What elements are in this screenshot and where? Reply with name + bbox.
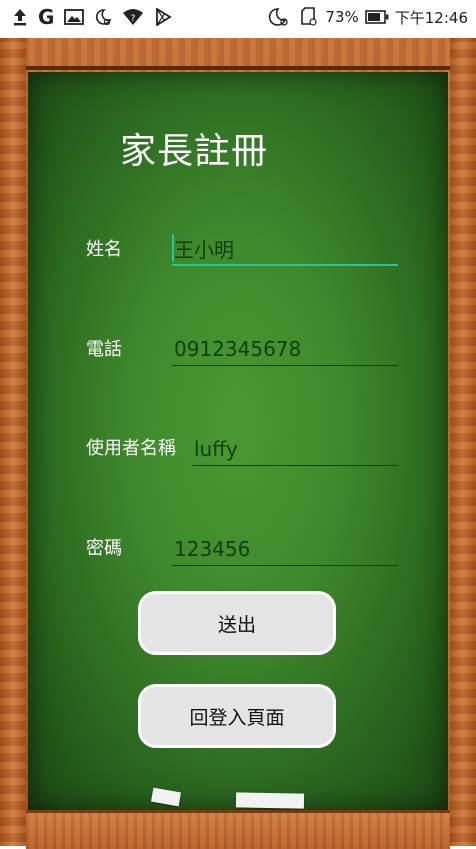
text-cursor [172, 234, 174, 262]
google-icon: G [38, 5, 55, 29]
phone-input[interactable] [172, 332, 398, 366]
username-label: 使用者名稱 [86, 438, 176, 459]
play-store-icon [154, 8, 173, 26]
phone-label: 電話 [86, 339, 122, 360]
do-not-disturb-icon [268, 7, 290, 27]
password-label: 密碼 [86, 538, 122, 559]
frame-top-edge [26, 66, 450, 70]
page-title: 家長註冊 [120, 131, 269, 172]
clock: 下午12:46 [394, 8, 468, 27]
svg-text:?: ? [131, 14, 136, 24]
name-input[interactable] [172, 232, 398, 266]
frame-right-edge [450, 38, 476, 846]
chalk-piece [235, 792, 305, 809]
do-not-disturb-icon [94, 8, 112, 26]
upload-icon [12, 8, 28, 26]
battery-icon [364, 10, 389, 24]
system-icons: 73% 下午12:46 [268, 7, 468, 28]
frame-left-edge [0, 38, 26, 846]
wifi-question-icon: ? [122, 8, 144, 26]
battery-percent: 73% [325, 8, 359, 26]
notification-icons: G ? [12, 7, 182, 27]
password-input[interactable] [172, 532, 398, 566]
submit-button[interactable]: 送出 [138, 591, 336, 655]
name-label: 姓名 [86, 239, 122, 260]
image-icon [64, 9, 85, 25]
chalk-tray [26, 810, 450, 849]
sd-card-icon [300, 7, 318, 27]
back-to-login-button[interactable]: 回登入頁面 [138, 684, 336, 748]
username-input[interactable] [192, 432, 398, 466]
status-bar: G ? 73% 下午12:46 [0, 0, 476, 34]
